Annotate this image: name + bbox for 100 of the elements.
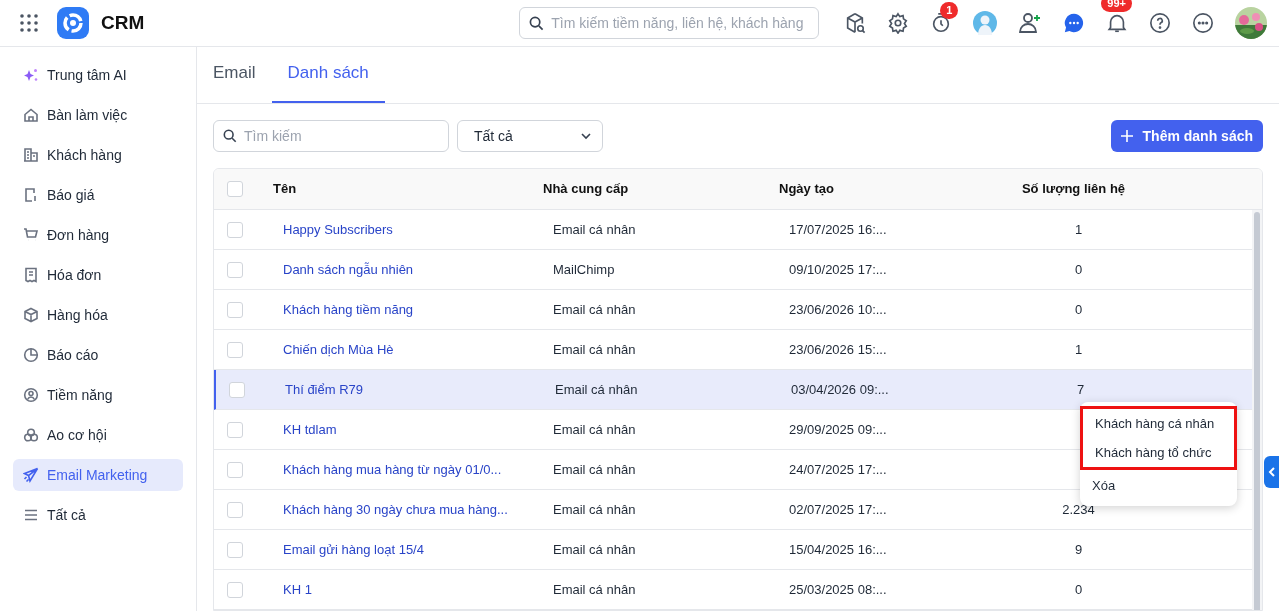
pie-chart-icon — [23, 347, 39, 363]
table-cell: 9 — [1074, 541, 1083, 557]
list-name-link[interactable]: Khách hàng tiềm năng — [283, 301, 414, 317]
list-name-link[interactable]: Email gửi hàng loạt 15/4 — [283, 541, 424, 557]
sidebar-item[interactable]: Tiềm năng — [13, 379, 183, 411]
table-cell: Email cá nhân — [553, 541, 636, 557]
sidebar-item[interactable]: Email Marketing — [13, 459, 183, 491]
tab[interactable]: Email — [213, 57, 256, 103]
tab[interactable]: Danh sách — [271, 57, 385, 103]
search-icon — [223, 129, 237, 143]
plus-icon — [1120, 130, 1133, 142]
list-name-link[interactable]: Khách hàng mua hàng từ ngày 01/0... — [283, 461, 502, 477]
chevron-down-icon — [580, 130, 592, 142]
sidebar-item[interactable]: Tất cả — [13, 499, 183, 531]
receipt-icon — [23, 267, 39, 283]
list-name-link[interactable]: Chiến dịch Mùa Hè — [283, 341, 394, 357]
home-icon — [23, 107, 39, 123]
sidebar-item[interactable]: Ao cơ hội — [13, 419, 183, 451]
sidebar-item[interactable]: Đơn hàng — [13, 219, 183, 251]
avatar-icon[interactable] — [973, 11, 998, 35]
count-badge: 1 — [940, 2, 959, 19]
sidebar-item[interactable]: Hàng hóa — [13, 299, 183, 331]
checkbox[interactable] — [227, 461, 243, 478]
table-cell: MailChimp — [553, 261, 615, 277]
list-name-link[interactable]: Happy Subscribers — [283, 221, 393, 237]
collapse-handle[interactable] — [1264, 456, 1279, 488]
table-cell: 0 — [1074, 301, 1083, 317]
chat-icon[interactable] — [1063, 12, 1086, 34]
sidebar-item[interactable]: Hóa đơn — [13, 259, 183, 291]
table-cell: Email cá nhân — [553, 301, 636, 317]
cube-search-icon[interactable] — [844, 12, 867, 34]
sidebar-item[interactable]: Trung tâm AI — [13, 59, 183, 91]
list-name-link[interactable]: Danh sách ngẫu nhiên — [283, 261, 414, 277]
app-title: CRM — [101, 10, 145, 35]
table-cell: 23/06/2026 10:... — [789, 301, 887, 317]
more-icon[interactable] — [1192, 12, 1215, 34]
sparkle-icon — [23, 67, 39, 83]
checkbox[interactable] — [227, 301, 243, 318]
sidebar-item[interactable]: Báo cáo — [13, 339, 183, 371]
column-header[interactable]: Tên — [264, 179, 534, 199]
table-cell: 25/03/2025 08:... — [789, 581, 887, 597]
menu-item[interactable]: Khách hàng cá nhân — [1083, 409, 1234, 438]
filter-value: Tất cả — [474, 126, 513, 146]
sidebar-item[interactable]: Bàn làm việc — [13, 99, 183, 131]
table-row[interactable]: Danh sách ngẫu nhiên MailChimp 09/10/2025 17:... 0 — [214, 250, 1252, 290]
bell-icon[interactable] — [1106, 12, 1129, 34]
apps-icon[interactable] — [20, 14, 38, 32]
chevron-left-icon — [1267, 467, 1276, 477]
table-row[interactable]: Khách hàng tiềm năng Email cá nhân 23/06/2026 10:... 0 — [214, 290, 1252, 330]
settings-icon[interactable] — [887, 12, 910, 34]
sidebar-item[interactable]: Báo giá — [13, 179, 183, 211]
scrollbar[interactable] — [1252, 210, 1262, 610]
table-cell: 0 — [1074, 581, 1083, 597]
table-cell: Email cá nhân — [553, 221, 636, 237]
table-cell: 29/09/2025 09:... — [789, 421, 887, 437]
add-user-icon[interactable] — [1018, 11, 1043, 35]
filter-dropdown[interactable]: Tất cả — [457, 120, 603, 152]
table-row[interactable]: KH 1 Email cá nhân 25/03/2025 08:... 0 — [214, 570, 1252, 610]
checkbox[interactable] — [227, 261, 243, 278]
building-icon — [23, 147, 39, 163]
table-row[interactable]: Thí điểm R79 Email cá nhân 03/04/2026 09:... 7 — [214, 370, 1252, 410]
global-search-field[interactable]: Tìm kiếm tiềm năng, liên hệ, khách hàng — [519, 7, 820, 39]
list-name-link[interactable]: KH tdlam — [283, 421, 337, 437]
table-cell: 7 — [1076, 381, 1085, 397]
logo-icon — [57, 7, 89, 39]
table-cell: Email cá nhân — [553, 461, 636, 477]
checkbox[interactable] — [227, 421, 243, 438]
list-name-link[interactable]: Thí điểm R79 — [285, 381, 364, 397]
table-cell: 23/06/2026 15:... — [789, 341, 887, 357]
table-cell: 17/07/2025 16:... — [789, 221, 887, 237]
table-row[interactable]: Happy Subscribers Email cá nhân 17/07/2025 16:... 1 — [214, 210, 1252, 250]
checkbox[interactable] — [227, 581, 243, 598]
checkbox[interactable] — [227, 221, 243, 238]
list-name-link[interactable]: KH 1 — [283, 581, 312, 597]
column-header[interactable]: Số lượng liên hệ — [969, 179, 1169, 199]
table-cell: 02/07/2025 17:... — [789, 501, 887, 517]
box-icon — [23, 307, 39, 323]
checkbox[interactable] — [227, 181, 243, 197]
checkbox[interactable] — [229, 381, 245, 398]
table-cell: Email cá nhân — [553, 341, 636, 357]
add-list-button[interactable]: Thêm danh sách — [1110, 120, 1263, 152]
sidebar-item[interactable]: Khách hàng — [13, 139, 183, 171]
list-name-link[interactable]: Khách hàng 30 ngày chưa mua hàng... — [283, 501, 508, 517]
send-icon — [23, 467, 39, 483]
table-cell: 24/07/2025 17:... — [789, 461, 887, 477]
search-field[interactable]: Tìm kiếm — [213, 120, 449, 152]
person-icon — [23, 387, 39, 403]
table-row[interactable]: Email gửi hàng loạt 15/4 Email cá nhân 15/04/2025 16:... 9 — [214, 530, 1252, 570]
checkbox[interactable] — [227, 501, 243, 518]
table-cell: 03/04/2026 09:... — [791, 381, 889, 397]
column-header[interactable]: Ngày tạo — [770, 179, 969, 199]
table-cell: 09/10/2025 17:... — [789, 261, 887, 277]
column-header[interactable]: Nhà cung cấp — [534, 179, 770, 199]
checkbox[interactable] — [227, 541, 243, 558]
table-cell: 15/04/2025 16:... — [789, 541, 887, 557]
document-icon — [23, 187, 39, 203]
search-icon — [529, 16, 545, 31]
checkbox[interactable] — [227, 341, 243, 358]
table-cell: 1 — [1074, 341, 1083, 357]
help-icon[interactable] — [1149, 12, 1172, 34]
